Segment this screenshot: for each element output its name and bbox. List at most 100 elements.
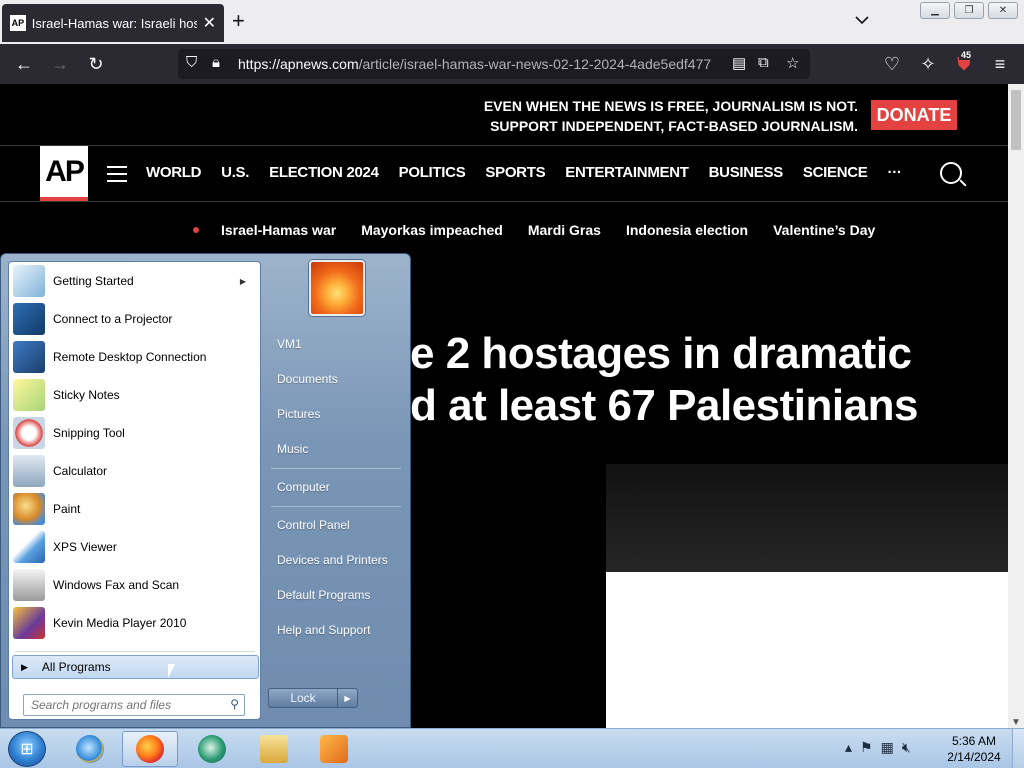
ap-logo[interactable]: AP (40, 146, 88, 201)
trending-item[interactable]: Mayorkas impeached (361, 222, 503, 238)
program-calculator[interactable]: Calculator (13, 453, 256, 489)
start-item-user-folder[interactable]: VM1 (267, 329, 405, 359)
main-nav: WORLD U.S. ELECTION 2024 POLITICS SPORTS… (146, 164, 922, 181)
start-item-default-programs[interactable]: Default Programs (267, 580, 405, 610)
url-bar[interactable]: ⛉ 🔒︎ https://apnews.com/article/israel-h… (178, 49, 810, 79)
taskbar-app[interactable] (184, 731, 240, 767)
start-item-documents[interactable]: Documents (267, 364, 405, 394)
forward-button[interactable]: → (48, 52, 72, 76)
article-headline: e 2 hostages in dramatic d at least 67 P… (410, 328, 918, 432)
network-icon[interactable]: ▦ (881, 739, 894, 756)
tracking-protection-icon[interactable]: ⛉ (186, 54, 197, 71)
remote-desktop-icon (13, 341, 45, 373)
program-paint[interactable]: Paint (13, 491, 256, 527)
trending-item[interactable]: Valentine’s Day (773, 222, 875, 238)
app-icon (198, 735, 226, 763)
hero-video[interactable] (410, 492, 606, 728)
headline-line-2: d at least 67 Palestinians (410, 381, 918, 430)
start-item-control-panel[interactable]: Control Panel (267, 510, 405, 540)
reload-button[interactable]: ↻ (84, 52, 108, 76)
start-item-computer[interactable]: Computer (267, 472, 405, 502)
all-programs-label: All Programs (41, 660, 111, 674)
donate-button[interactable]: DONATE (871, 100, 957, 130)
nav-us[interactable]: U.S. (221, 164, 249, 181)
bookmark-star-icon[interactable]: ☆ (786, 54, 799, 72)
scroll-down-arrow-icon[interactable]: ▼ (1011, 717, 1021, 728)
scrollbar-thumb[interactable] (1011, 90, 1021, 150)
program-getting-started[interactable]: Getting Started ▶ (13, 263, 256, 299)
system-clock[interactable]: 5:36 AM 2/14/2024 (944, 733, 1004, 765)
minimize-button[interactable]: ▁ (920, 2, 950, 19)
taskbar-firefox[interactable] (122, 731, 178, 767)
taskbar-media-player[interactable] (306, 731, 362, 767)
program-label: Snipping Tool (53, 426, 125, 440)
browser-tab-bar: AP Israel-Hamas war: Israeli hostag ✕ + … (0, 0, 1024, 44)
user-avatar[interactable] (309, 260, 365, 316)
divider (0, 145, 1008, 146)
program-sticky-notes[interactable]: Sticky Notes (13, 377, 256, 413)
url-text[interactable]: https://apnews.com/article/israel-hamas-… (238, 56, 722, 72)
restore-button[interactable]: ❐ (954, 2, 984, 19)
submenu-arrow-icon: ▶ (239, 276, 246, 286)
hamburger-menu-icon[interactable] (107, 166, 127, 187)
reader-view-icon[interactable]: ▤ (732, 54, 746, 72)
start-item-devices-printers[interactable]: Devices and Printers (267, 545, 405, 575)
taskbar-file-explorer[interactable] (246, 731, 302, 767)
trending-bar: Israel-Hamas war Mayorkas impeached Mard… (193, 222, 900, 238)
start-search-input[interactable] (24, 695, 214, 715)
taskbar-internet-explorer[interactable] (62, 731, 118, 767)
lock-label: Lock (290, 691, 316, 705)
program-remote-desktop[interactable]: Remote Desktop Connection (13, 339, 256, 375)
power-options-arrow-icon[interactable]: ▶ (337, 689, 357, 707)
start-item-music[interactable]: Music (267, 434, 405, 464)
search-icon[interactable] (940, 162, 962, 184)
content-panel (606, 572, 1008, 728)
nav-politics[interactable]: POLITICS (399, 164, 466, 181)
program-label: Getting Started (53, 274, 134, 288)
back-button[interactable]: ← (12, 52, 36, 76)
nav-election-2024[interactable]: ELECTION 2024 (269, 164, 379, 181)
snipping-tool-icon (13, 417, 45, 449)
trending-item[interactable]: Mardi Gras (528, 222, 601, 238)
show-hidden-icons-icon[interactable]: ▴ (845, 739, 852, 756)
lock-icon[interactable]: 🔒︎ (212, 54, 220, 71)
picture-in-picture-icon[interactable]: ⧉ (758, 54, 769, 71)
page-scrollbar[interactable]: ▼ (1008, 84, 1024, 728)
program-snipping-tool[interactable]: Snipping Tool (13, 415, 256, 451)
start-button[interactable]: ⊞ (8, 731, 46, 767)
nav-sports[interactable]: SPORTS (485, 164, 545, 181)
start-item-help-support[interactable]: Help and Support (267, 615, 405, 645)
projector-icon (13, 303, 45, 335)
trending-item[interactable]: Israel-Hamas war (221, 222, 336, 238)
divider (271, 506, 401, 507)
start-item-pictures[interactable]: Pictures (267, 399, 405, 429)
all-programs-button[interactable]: ▶ All Programs (12, 655, 259, 679)
nav-world[interactable]: WORLD (146, 164, 201, 181)
lock-button[interactable]: Lock ▶ (268, 688, 358, 708)
program-connect-projector[interactable]: Connect to a Projector (13, 301, 256, 337)
extensions-icon[interactable]: ✧ (916, 52, 940, 76)
new-tab-button[interactable]: + (232, 10, 245, 32)
menu-icon[interactable]: ≡ (988, 52, 1012, 76)
chevron-down-icon[interactable] (855, 12, 869, 30)
close-tab-icon[interactable]: ✕ (203, 13, 216, 33)
trending-item[interactable]: Indonesia election (626, 222, 748, 238)
program-label: Remote Desktop Connection (53, 350, 207, 364)
nav-business[interactable]: BUSINESS (709, 164, 784, 181)
hero-image (606, 464, 1008, 572)
close-window-button[interactable]: ✕ (988, 2, 1018, 19)
nav-more[interactable]: ··· (888, 164, 902, 181)
nav-science[interactable]: SCIENCE (803, 164, 868, 181)
program-fax-scan[interactable]: Windows Fax and Scan (13, 567, 256, 603)
browser-tab[interactable]: AP Israel-Hamas war: Israeli hostag ✕ (2, 4, 224, 42)
action-center-flag-icon[interactable]: ⚑ (860, 739, 873, 756)
pocket-icon[interactable]: ♡ (880, 52, 904, 76)
program-xps-viewer[interactable]: XPS Viewer (13, 529, 256, 565)
start-menu: Getting Started ▶ Connect to a Projector… (0, 253, 411, 728)
volume-muted-icon[interactable]: 🔇︎ (902, 739, 911, 756)
show-desktop-button[interactable] (1012, 729, 1024, 768)
program-kevin-media-player[interactable]: Kevin Media Player 2010 (13, 605, 256, 641)
start-search-box[interactable]: ⚲ (23, 694, 245, 716)
sticky-notes-icon (13, 379, 45, 411)
nav-entertainment[interactable]: ENTERTAINMENT (565, 164, 689, 181)
